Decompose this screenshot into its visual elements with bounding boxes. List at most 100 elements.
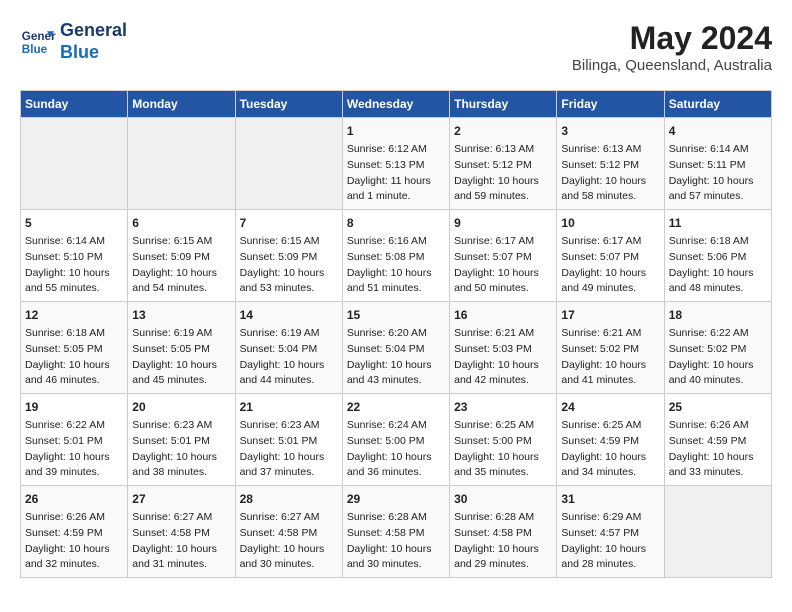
calendar-weekday-header: Friday bbox=[557, 91, 664, 118]
day-info: Daylight: 10 hours bbox=[240, 266, 338, 282]
day-info: Sunset: 5:05 PM bbox=[132, 342, 230, 358]
day-info: and 30 minutes. bbox=[347, 557, 445, 573]
day-info: Sunrise: 6:19 AM bbox=[240, 326, 338, 342]
calendar-cell: 3Sunrise: 6:13 AMSunset: 5:12 PMDaylight… bbox=[557, 118, 664, 210]
day-info: Daylight: 10 hours bbox=[454, 174, 552, 190]
day-number: 9 bbox=[454, 214, 552, 232]
calendar-cell: 11Sunrise: 6:18 AMSunset: 5:06 PMDayligh… bbox=[664, 210, 771, 302]
calendar-weekday-header: Sunday bbox=[21, 91, 128, 118]
day-info: and 33 minutes. bbox=[669, 465, 767, 481]
day-info: Daylight: 11 hours bbox=[347, 174, 445, 190]
day-number: 10 bbox=[561, 214, 659, 232]
svg-text:Blue: Blue bbox=[22, 42, 48, 55]
calendar-cell: 15Sunrise: 6:20 AMSunset: 5:04 PMDayligh… bbox=[342, 302, 449, 394]
calendar-cell: 22Sunrise: 6:24 AMSunset: 5:00 PMDayligh… bbox=[342, 394, 449, 486]
day-info: Sunrise: 6:25 AM bbox=[454, 418, 552, 434]
day-info: Sunset: 4:59 PM bbox=[25, 526, 123, 542]
calendar-cell: 7Sunrise: 6:15 AMSunset: 5:09 PMDaylight… bbox=[235, 210, 342, 302]
day-info: Sunset: 4:57 PM bbox=[561, 526, 659, 542]
day-info: Sunrise: 6:21 AM bbox=[561, 326, 659, 342]
day-info: Sunrise: 6:22 AM bbox=[25, 418, 123, 434]
day-info: Sunset: 5:05 PM bbox=[25, 342, 123, 358]
day-info: Sunrise: 6:13 AM bbox=[454, 142, 552, 158]
day-info: Daylight: 10 hours bbox=[454, 266, 552, 282]
day-number: 29 bbox=[347, 490, 445, 508]
calendar-cell: 31Sunrise: 6:29 AMSunset: 4:57 PMDayligh… bbox=[557, 486, 664, 578]
day-info: Daylight: 10 hours bbox=[132, 450, 230, 466]
day-info: Sunset: 5:04 PM bbox=[347, 342, 445, 358]
day-info: Sunset: 5:13 PM bbox=[347, 158, 445, 174]
day-info: Daylight: 10 hours bbox=[669, 266, 767, 282]
day-info: and 29 minutes. bbox=[454, 557, 552, 573]
day-info: Daylight: 10 hours bbox=[454, 358, 552, 374]
day-info: Daylight: 10 hours bbox=[347, 358, 445, 374]
day-info: Daylight: 10 hours bbox=[561, 174, 659, 190]
day-number: 24 bbox=[561, 398, 659, 416]
calendar-cell: 16Sunrise: 6:21 AMSunset: 5:03 PMDayligh… bbox=[450, 302, 557, 394]
day-number: 4 bbox=[669, 122, 767, 140]
day-info: Daylight: 10 hours bbox=[347, 450, 445, 466]
day-number: 26 bbox=[25, 490, 123, 508]
day-info: Sunrise: 6:21 AM bbox=[454, 326, 552, 342]
day-info: and 35 minutes. bbox=[454, 465, 552, 481]
day-number: 12 bbox=[25, 306, 123, 324]
calendar-weekday-header: Monday bbox=[128, 91, 235, 118]
day-info: and 43 minutes. bbox=[347, 373, 445, 389]
logo-text: General Blue bbox=[60, 20, 127, 63]
calendar-cell bbox=[235, 118, 342, 210]
day-info: Sunrise: 6:23 AM bbox=[240, 418, 338, 434]
calendar-weekday-header: Wednesday bbox=[342, 91, 449, 118]
calendar-cell: 25Sunrise: 6:26 AMSunset: 4:59 PMDayligh… bbox=[664, 394, 771, 486]
day-info: Daylight: 10 hours bbox=[132, 358, 230, 374]
day-info: Daylight: 10 hours bbox=[132, 542, 230, 558]
day-number: 6 bbox=[132, 214, 230, 232]
day-info: and 58 minutes. bbox=[561, 189, 659, 205]
day-info: and 49 minutes. bbox=[561, 281, 659, 297]
day-info: and 55 minutes. bbox=[25, 281, 123, 297]
day-info: Sunset: 5:06 PM bbox=[669, 250, 767, 266]
day-info: Sunrise: 6:18 AM bbox=[669, 234, 767, 250]
day-info: Sunset: 5:02 PM bbox=[561, 342, 659, 358]
day-number: 8 bbox=[347, 214, 445, 232]
day-info: Daylight: 10 hours bbox=[132, 266, 230, 282]
calendar-cell: 2Sunrise: 6:13 AMSunset: 5:12 PMDaylight… bbox=[450, 118, 557, 210]
day-info: Sunrise: 6:15 AM bbox=[240, 234, 338, 250]
calendar-cell: 26Sunrise: 6:26 AMSunset: 4:59 PMDayligh… bbox=[21, 486, 128, 578]
day-number: 1 bbox=[347, 122, 445, 140]
calendar-cell: 18Sunrise: 6:22 AMSunset: 5:02 PMDayligh… bbox=[664, 302, 771, 394]
day-info: and 39 minutes. bbox=[25, 465, 123, 481]
day-number: 14 bbox=[240, 306, 338, 324]
day-info: Sunset: 5:07 PM bbox=[454, 250, 552, 266]
day-info: Sunrise: 6:16 AM bbox=[347, 234, 445, 250]
day-info: and 36 minutes. bbox=[347, 465, 445, 481]
calendar-table: SundayMondayTuesdayWednesdayThursdayFrid… bbox=[20, 90, 772, 578]
day-number: 23 bbox=[454, 398, 552, 416]
calendar-cell: 8Sunrise: 6:16 AMSunset: 5:08 PMDaylight… bbox=[342, 210, 449, 302]
calendar-cell: 20Sunrise: 6:23 AMSunset: 5:01 PMDayligh… bbox=[128, 394, 235, 486]
day-info: Daylight: 10 hours bbox=[669, 174, 767, 190]
day-info: and 38 minutes. bbox=[132, 465, 230, 481]
day-number: 22 bbox=[347, 398, 445, 416]
day-info: and 59 minutes. bbox=[454, 189, 552, 205]
calendar-cell: 24Sunrise: 6:25 AMSunset: 4:59 PMDayligh… bbox=[557, 394, 664, 486]
day-info: Daylight: 10 hours bbox=[561, 358, 659, 374]
day-number: 16 bbox=[454, 306, 552, 324]
calendar-cell: 1Sunrise: 6:12 AMSunset: 5:13 PMDaylight… bbox=[342, 118, 449, 210]
day-number: 19 bbox=[25, 398, 123, 416]
day-info: Sunset: 5:10 PM bbox=[25, 250, 123, 266]
day-info: Sunrise: 6:20 AM bbox=[347, 326, 445, 342]
calendar-week-row: 26Sunrise: 6:26 AMSunset: 4:59 PMDayligh… bbox=[21, 486, 772, 578]
calendar-weekday-header: Saturday bbox=[664, 91, 771, 118]
day-info: Sunset: 5:09 PM bbox=[240, 250, 338, 266]
calendar-cell: 29Sunrise: 6:28 AMSunset: 4:58 PMDayligh… bbox=[342, 486, 449, 578]
day-info: Daylight: 10 hours bbox=[25, 358, 123, 374]
day-info: Sunrise: 6:14 AM bbox=[25, 234, 123, 250]
day-info: Sunrise: 6:25 AM bbox=[561, 418, 659, 434]
day-info: Sunrise: 6:14 AM bbox=[669, 142, 767, 158]
day-info: and 37 minutes. bbox=[240, 465, 338, 481]
calendar-week-row: 5Sunrise: 6:14 AMSunset: 5:10 PMDaylight… bbox=[21, 210, 772, 302]
day-info: and 42 minutes. bbox=[454, 373, 552, 389]
day-info: Daylight: 10 hours bbox=[240, 542, 338, 558]
day-info: and 50 minutes. bbox=[454, 281, 552, 297]
day-number: 20 bbox=[132, 398, 230, 416]
